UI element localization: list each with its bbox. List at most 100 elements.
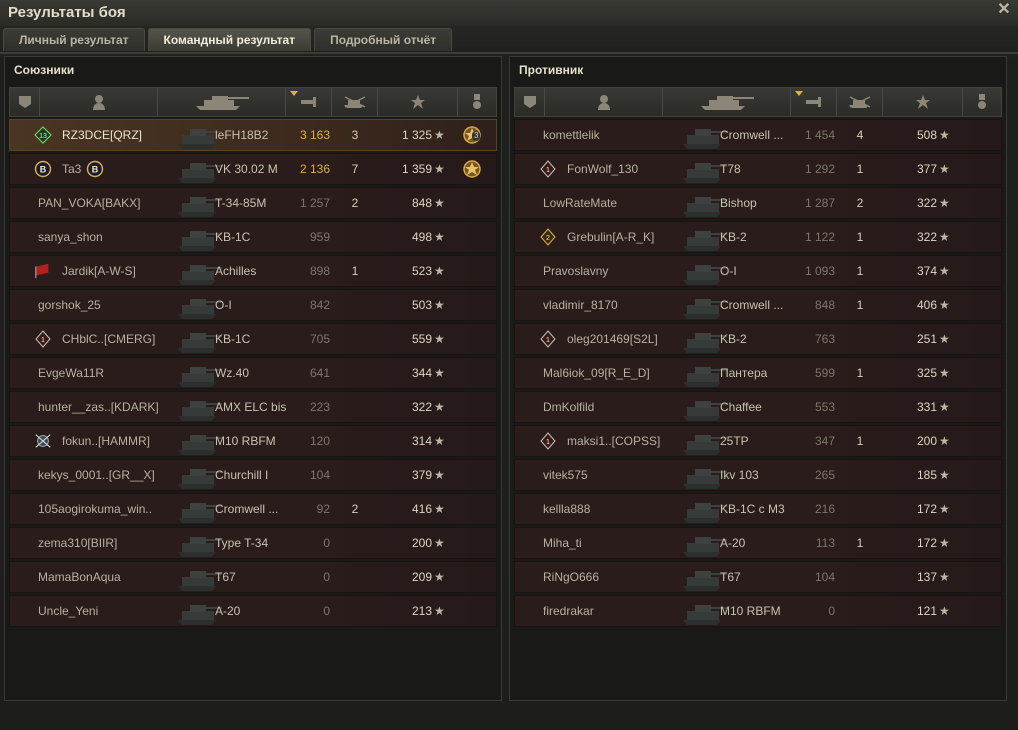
player-row[interactable]: vladimir_8170 Cromwell ... 848 1 406 ★ bbox=[514, 289, 1002, 321]
kills-value: 1 bbox=[856, 298, 864, 312]
svg-text:1: 1 bbox=[546, 439, 550, 446]
kills-value: 1 bbox=[351, 264, 359, 278]
player-row[interactable]: 1 FonWolf_130 T78 1 292 1 377 ★ bbox=[514, 153, 1002, 185]
player-row[interactable]: 105aogirokuma_win.. Cromwell ... 92 2 416 ★ bbox=[9, 493, 497, 525]
allies-damage-header-icon[interactable] bbox=[286, 88, 332, 116]
vehicle-name: T78 bbox=[720, 162, 741, 176]
close-icon[interactable]: ✕ bbox=[996, 2, 1012, 18]
enemies-table-header bbox=[514, 87, 1002, 117]
player-name: firedrakar bbox=[543, 604, 594, 618]
kills-value: 7 bbox=[351, 162, 359, 176]
tab-personal-result[interactable]: Личный результат bbox=[3, 28, 145, 51]
player-row[interactable]: Pravoslavny O-I 1 093 1 374 ★ bbox=[514, 255, 1002, 287]
player-row[interactable]: RiNgO666 T67 104 137 ★ bbox=[514, 561, 1002, 593]
player-name: PAN_VOKA[BAKX] bbox=[38, 196, 141, 210]
experience-value: 251 bbox=[916, 332, 937, 346]
player-name: hunter__zas..[KDARK] bbox=[38, 400, 159, 414]
star-icon: ★ bbox=[434, 196, 445, 210]
player-name: Jardik[A-W-S] bbox=[62, 264, 136, 278]
enemies-player-header-icon[interactable] bbox=[545, 88, 663, 116]
allies-table-header bbox=[9, 87, 497, 117]
star-icon: ★ bbox=[939, 502, 950, 516]
player-row[interactable]: 2 Grebulin[A-R_K] KB-2 1 122 1 322 ★ bbox=[514, 221, 1002, 253]
damage-value: 1 122 bbox=[804, 230, 835, 244]
badge-1-icon: 1 bbox=[539, 324, 557, 354]
player-row[interactable]: zema310[BIIR] Type T-34 0 200 ★ bbox=[9, 527, 497, 559]
vehicle-name: Ikv 103 bbox=[720, 468, 759, 482]
star-icon: ★ bbox=[434, 604, 445, 618]
player-row[interactable]: kellla888 KB-1C c M3 216 172 ★ bbox=[514, 493, 1002, 525]
player-row[interactable]: fokun..[HAMMR] M10 RBFM 120 314 ★ bbox=[9, 425, 497, 457]
player-row[interactable]: B Ta3 B VK 30.02 M 2 136 7 1 359 ★ bbox=[9, 153, 497, 185]
allies-kills-header-icon[interactable] bbox=[332, 88, 378, 116]
player-row[interactable]: Miha_ti A-20 113 1 172 ★ bbox=[514, 527, 1002, 559]
enemies-experience-header-icon[interactable] bbox=[883, 88, 963, 116]
vehicle-name: KB-2 bbox=[720, 332, 747, 346]
experience-value: 1 325 bbox=[401, 128, 432, 142]
player-row[interactable]: gorshok_25 O-I 842 503 ★ bbox=[9, 289, 497, 321]
player-row[interactable]: 1 CHblC..[CMERG] KB-1C 705 559 ★ bbox=[9, 323, 497, 355]
medal-icon[interactable] bbox=[459, 154, 485, 184]
enemies-damage-header-icon[interactable] bbox=[791, 88, 837, 116]
enemies-squad-header-icon[interactable] bbox=[515, 88, 545, 116]
star-icon: ★ bbox=[434, 434, 445, 448]
star-icon: ★ bbox=[434, 332, 445, 346]
player-row[interactable]: firedrakar M10 RBFM 0 121 ★ bbox=[514, 595, 1002, 627]
vehicle-name: VK 30.02 M bbox=[215, 162, 278, 176]
enemies-list: komettlelik Cromwell ... 1 454 4 508 ★ 1 FonWol… bbox=[514, 119, 1002, 629]
player-row[interactable]: DmKolfild Chaffee 553 331 ★ bbox=[514, 391, 1002, 423]
star-icon: ★ bbox=[434, 366, 445, 380]
player-name: DmKolfild bbox=[543, 400, 595, 414]
player-row[interactable]: MamaBonAqua T67 0 209 ★ bbox=[9, 561, 497, 593]
enemies-kills-header-icon[interactable] bbox=[837, 88, 883, 116]
star-icon: ★ bbox=[434, 502, 445, 516]
enemies-medals-header-icon[interactable] bbox=[963, 88, 1000, 116]
player-row[interactable]: Jardik[A-W-S] Achilles 898 1 523 ★ bbox=[9, 255, 497, 287]
kills-value bbox=[340, 596, 370, 626]
vehicle-name: Churchill I bbox=[215, 468, 269, 482]
damage-value: 1 257 bbox=[299, 196, 330, 210]
tab-divider bbox=[0, 52, 1018, 54]
svg-text:B: B bbox=[40, 165, 47, 175]
damage-value: 0 bbox=[323, 604, 330, 618]
allies-squad-header-icon[interactable] bbox=[10, 88, 40, 116]
allies-vehicle-header-icon[interactable] bbox=[158, 88, 286, 116]
kills-value: 2 bbox=[351, 502, 359, 516]
player-row[interactable]: 1 maksi1..[COPSS] 25TP 347 1 200 ★ bbox=[514, 425, 1002, 457]
player-row[interactable]: 13 RZ3DCE[QRZ] leFH18B2 3 163 3 1 325 ★ 3 bbox=[9, 119, 497, 151]
star-icon: ★ bbox=[939, 468, 950, 482]
player-row[interactable]: Mal6iok_09[R_E_D] Пантера 599 1 325 ★ bbox=[514, 357, 1002, 389]
player-row[interactable]: Uncle_Yeni A-20 0 213 ★ bbox=[9, 595, 497, 627]
player-row[interactable]: PAN_VOKA[BAKX] T-34-85M 1 257 2 848 ★ bbox=[9, 187, 497, 219]
damage-value: 1 292 bbox=[804, 162, 835, 176]
vehicle-name: M10 RBFM bbox=[215, 434, 276, 448]
player-row[interactable]: sanya_shon KB-1C 959 498 ★ bbox=[9, 221, 497, 253]
star-icon: ★ bbox=[939, 196, 950, 210]
star-icon: ★ bbox=[434, 570, 445, 584]
kills-value: 1 bbox=[856, 230, 864, 244]
player-row[interactable]: komettlelik Cromwell ... 1 454 4 508 ★ bbox=[514, 119, 1002, 151]
allies-medals-header-icon[interactable] bbox=[458, 88, 495, 116]
player-row[interactable]: hunter__zas..[KDARK] AMX ELC bis 223 322 ★ bbox=[9, 391, 497, 423]
player-row[interactable]: LowRateMate Bishop 1 287 2 322 ★ bbox=[514, 187, 1002, 219]
badge-1-icon: 1 bbox=[539, 426, 557, 456]
allies-player-header-icon[interactable] bbox=[40, 88, 158, 116]
allies-title: Союзники bbox=[14, 63, 75, 77]
kills-value: 1 bbox=[856, 366, 864, 380]
tab-detailed-report[interactable]: Подробный отчёт bbox=[314, 28, 453, 51]
player-row[interactable]: 1 oleg201469[S2L] KB-2 763 251 ★ bbox=[514, 323, 1002, 355]
allies-experience-header-icon[interactable] bbox=[378, 88, 458, 116]
experience-value: 406 bbox=[916, 298, 937, 312]
damage-value: 347 bbox=[814, 434, 835, 448]
enemies-vehicle-header-icon[interactable] bbox=[663, 88, 791, 116]
player-row[interactable]: EvgeWa11R Wz.40 641 344 ★ bbox=[9, 357, 497, 389]
damage-value: 842 bbox=[309, 298, 330, 312]
player-row[interactable]: kekys_0001..[GR__X] Churchill I 104 379 ★ bbox=[9, 459, 497, 491]
player-row[interactable]: vitek575 Ikv 103 265 185 ★ bbox=[514, 459, 1002, 491]
damage-value: 223 bbox=[309, 400, 330, 414]
kills-value: 2 bbox=[856, 196, 864, 210]
flag-icon bbox=[34, 256, 52, 286]
tab-team-result[interactable]: Командный результат bbox=[147, 28, 312, 51]
damage-value: 0 bbox=[323, 570, 330, 584]
star-icon: ★ bbox=[434, 264, 445, 278]
